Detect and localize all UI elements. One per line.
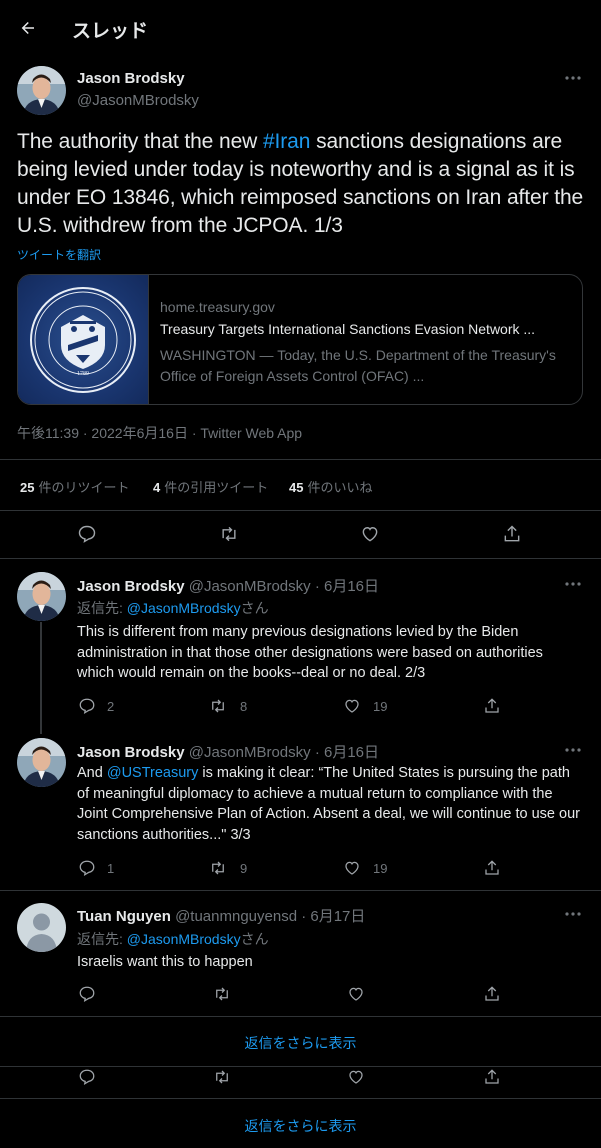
like-count: 19 <box>373 699 388 714</box>
reply-author[interactable]: Tuan Nguyen @tuanmnguyensd · 6月17日 <box>77 905 365 926</box>
quote-count: 4 <box>153 480 161 495</box>
like-count: 19 <box>373 861 388 876</box>
more-options-icon[interactable] <box>563 904 583 924</box>
reply-to-prefix: 返信先: <box>77 600 127 616</box>
show-more-replies-link[interactable]: 返信をさらに表示 <box>0 1033 601 1053</box>
reply-author-name: Tuan Nguyen <box>77 908 171 925</box>
header: スレッド <box>0 0 601 56</box>
share-icon[interactable] <box>479 855 505 881</box>
author-name[interactable]: Jason Brodsky <box>77 70 185 87</box>
translate-tweet-link[interactable]: ツイートを翻訳 <box>17 246 101 263</box>
thread-page: スレッド Jason Brodsky @JasonMBrodsky The au… <box>0 0 601 1148</box>
reply-to-prefix: 返信先: <box>77 931 127 947</box>
divider <box>0 890 601 891</box>
reply-text: And @USTreasury is making it clear: “The… <box>77 763 582 845</box>
retweet-count-link[interactable]: 25 件のリツイート <box>20 477 129 496</box>
reply-to-line: 返信先: @JasonMBrodskyさん <box>77 929 269 949</box>
more-options-icon[interactable] <box>563 574 583 594</box>
divider <box>0 1098 601 1099</box>
reply-to-mention[interactable]: @JasonMBrodsky <box>127 931 241 947</box>
card-domain: home.treasury.gov <box>160 299 275 315</box>
reply-meta: @JasonMBrodsky · 6月16日 <box>188 744 380 761</box>
like-icon[interactable] <box>343 1064 369 1090</box>
retweet-icon[interactable] <box>209 1064 235 1090</box>
reply-meta: @JasonMBrodsky · 6月16日 <box>188 578 380 595</box>
reply-author-name: Jason Brodsky <box>77 578 185 595</box>
share-icon[interactable] <box>479 1064 505 1090</box>
reply-author-name: Jason Brodsky <box>77 744 185 761</box>
reply-count: 1 <box>107 861 115 876</box>
reply-text-part: And <box>77 765 107 781</box>
more-options-icon[interactable] <box>563 68 583 88</box>
reply-author[interactable]: Jason Brodsky @JasonMBrodsky · 6月16日 <box>77 741 379 762</box>
link-card[interactable]: 1789 home.treasury.gov Treasury Targets … <box>17 274 583 405</box>
like-icon[interactable] <box>339 693 365 719</box>
reply-icon[interactable] <box>74 693 100 719</box>
divider <box>0 459 601 460</box>
tweet-text-part: The authority that the new <box>17 130 263 153</box>
divider <box>0 510 601 511</box>
share-icon[interactable] <box>479 693 505 719</box>
card-description: WASHINGTON — Today, the U.S. Department … <box>160 347 556 384</box>
retweet-count: 25 <box>20 480 35 495</box>
share-icon[interactable] <box>479 981 505 1007</box>
quote-label: 件の引用ツイート <box>164 480 269 495</box>
thread-connector <box>40 622 42 734</box>
like-label: 件のいいね <box>307 480 373 495</box>
avatar[interactable] <box>17 66 66 115</box>
back-arrow-icon[interactable] <box>14 14 42 42</box>
mention-link[interactable]: @USTreasury <box>107 765 199 781</box>
divider <box>0 1016 601 1017</box>
retweet-count: 8 <box>240 699 248 714</box>
divider <box>0 558 601 559</box>
page-title: スレッド <box>72 21 149 42</box>
retweet-icon[interactable] <box>205 855 231 881</box>
reply-to-suffix: さん <box>240 931 269 947</box>
like-icon[interactable] <box>339 855 365 881</box>
reply-text: Israelis want this to happen <box>77 954 253 970</box>
like-icon[interactable] <box>343 981 369 1007</box>
retweet-icon[interactable] <box>216 521 242 547</box>
author-handle[interactable]: @JasonMBrodsky <box>77 92 199 109</box>
avatar-default[interactable] <box>17 903 66 952</box>
reply-author[interactable]: Jason Brodsky @JasonMBrodsky · 6月16日 <box>77 575 379 596</box>
show-more-replies-link[interactable]: 返信をさらに表示 <box>0 1116 601 1136</box>
tweet-timestamp[interactable]: 午後11:39 · 2022年6月16日 · Twitter Web App <box>17 423 302 443</box>
reply-count: 2 <box>107 699 115 714</box>
avatar[interactable] <box>17 738 66 787</box>
share-icon[interactable] <box>499 521 525 547</box>
reply-icon[interactable] <box>74 981 100 1007</box>
retweet-count: 9 <box>240 861 248 876</box>
reply-to-mention[interactable]: @JasonMBrodsky <box>127 600 241 616</box>
hashtag-link[interactable]: #Iran <box>263 130 310 153</box>
treasury-seal-image: 1789 <box>18 275 149 404</box>
reply-meta: @tuanmnguyensd · 6月17日 <box>175 908 366 925</box>
like-count-link[interactable]: 45 件のいいね <box>289 477 372 496</box>
seal-year: 1789 <box>77 371 89 377</box>
like-icon[interactable] <box>357 521 383 547</box>
quote-count-link[interactable]: 4 件の引用ツイート <box>153 477 268 496</box>
retweet-icon[interactable] <box>209 981 235 1007</box>
retweet-label: 件のリツイート <box>38 480 130 495</box>
more-options-icon[interactable] <box>563 740 583 760</box>
avatar[interactable] <box>17 572 66 621</box>
reply-icon[interactable] <box>74 521 100 547</box>
like-count: 45 <box>289 480 304 495</box>
reply-to-suffix: さん <box>240 600 269 616</box>
reply-icon[interactable] <box>74 855 100 881</box>
reply-icon[interactable] <box>74 1064 100 1090</box>
reply-to-line: 返信先: @JasonMBrodskyさん <box>77 598 269 618</box>
retweet-icon[interactable] <box>205 693 231 719</box>
tweet-text: The authority that the new #Iran sanctio… <box>17 128 587 240</box>
reply-text: This is different from many previous des… <box>77 624 543 681</box>
card-title: Treasury Targets International Sanctions… <box>160 321 536 337</box>
